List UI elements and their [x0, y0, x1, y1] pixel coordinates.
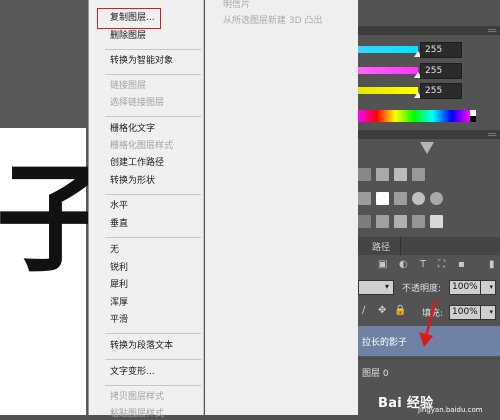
menu-item-aa-none[interactable]: 无	[110, 245, 119, 256]
menu-item-warp-text[interactable]: 文字变形...	[110, 367, 155, 378]
menu-item-convert-to-shape[interactable]: 转换为形状	[110, 176, 155, 187]
submenu-item-postcard: 明信片	[223, 0, 251, 10]
black-white-icon[interactable]	[394, 192, 407, 205]
menu-item-link-layers: 链接图层	[110, 81, 147, 91]
menu-item-aa-crisp[interactable]: 犀利	[110, 280, 128, 291]
brightness-icon[interactable]	[358, 168, 371, 181]
chevron-down-icon: ▾	[489, 283, 493, 291]
filter-shape-icon[interactable]: ⛶	[438, 258, 445, 272]
annotation-arrow-icon	[419, 299, 438, 347]
tab-paths[interactable]: 路径	[372, 240, 390, 253]
blend-mode-select[interactable]: ▾	[358, 280, 394, 295]
tab-divider	[400, 237, 401, 255]
menu-separator	[105, 359, 201, 360]
menu-item-convert-to-paragraph[interactable]: 转换为段落文本	[110, 341, 173, 352]
menu-separator	[105, 116, 201, 117]
menu-separator	[105, 237, 201, 238]
panel-header-adjustments[interactable]	[358, 130, 500, 139]
menu-item-aa-smooth[interactable]: 平滑	[110, 315, 128, 326]
black-white-swatch[interactable]	[470, 110, 476, 122]
menu-item-aa-sharp[interactable]: 锐利	[110, 263, 128, 274]
menu-item-rasterize-layer-style: 栅格化图层样式	[110, 141, 174, 151]
layer-name: 拉长的影子	[362, 338, 408, 348]
channel-mixer-icon[interactable]	[430, 192, 443, 205]
exposure-icon[interactable]	[412, 168, 425, 181]
panel-header-color[interactable]	[358, 26, 500, 35]
menu-item-aa-strong[interactable]: 浑厚	[110, 298, 128, 309]
menu-separator	[105, 194, 201, 195]
menu-item-vertical[interactable]: 垂直	[110, 219, 128, 230]
menu-separator	[105, 49, 201, 50]
menu-item-horizontal[interactable]: 水平	[110, 201, 128, 212]
fill-value: 100%	[452, 307, 478, 317]
menu-separator	[105, 385, 201, 386]
layer-filter-row: ▣ ◐ T ⛶ ▪ ▮	[358, 258, 500, 274]
opacity-value: 100%	[452, 282, 478, 292]
chevron-down-icon: ▾	[489, 308, 493, 316]
vibrance-icon[interactable]	[420, 142, 434, 154]
curves-icon[interactable]	[394, 168, 407, 181]
slider-track[interactable]	[358, 67, 418, 74]
gradient-map-icon[interactable]	[412, 215, 425, 228]
layers-panel-tabs: 路径	[358, 237, 500, 255]
layer-name: 图层 0	[362, 369, 389, 379]
hue-saturation-icon[interactable]	[358, 192, 371, 205]
invert-icon[interactable]	[358, 215, 371, 228]
color-spectrum-bar[interactable]	[358, 110, 470, 122]
filter-type-icon[interactable]: T	[420, 258, 426, 272]
slider-value-field[interactable]: 255	[420, 83, 462, 99]
filter-toggle-icon[interactable]: ▮	[489, 258, 495, 272]
color-slider-row[interactable]: 255	[358, 63, 500, 79]
slider-track[interactable]	[358, 87, 418, 94]
context-menu: 复制图层... 删除图层 转换为智能对象 链接图层 选择链接图层 栅格化文字 栅…	[88, 0, 204, 419]
submenu-item-new-3d-extrusion: 从所选图层新建 3D 凸出	[223, 16, 323, 26]
opacity-label: 不透明度:	[402, 284, 442, 294]
posterize-icon[interactable]	[376, 215, 389, 228]
filter-smart-object-icon[interactable]: ▪	[458, 258, 465, 272]
blend-opacity-row: ▾ 不透明度: 100% ▾	[358, 278, 500, 296]
lock-all-icon[interactable]: 🔒	[394, 305, 406, 316]
watermark-url: jingyan.baidu.com	[418, 406, 483, 414]
filter-adjustment-icon[interactable]: ◐	[399, 258, 408, 272]
lock-pixels-icon[interactable]: ∕	[362, 305, 365, 316]
menu-item-select-linked-layers: 选择链接图层	[110, 98, 165, 108]
menu-item-create-work-path[interactable]: 创建工作路径	[110, 158, 164, 169]
color-slider-row[interactable]: 255	[358, 42, 500, 58]
photo-filter-icon[interactable]	[412, 192, 425, 205]
watermark: Bai 经验 jingyan.baidu.com	[378, 392, 500, 415]
threshold-icon[interactable]	[394, 215, 407, 228]
slider-track[interactable]	[358, 46, 418, 53]
color-balance-icon[interactable]	[376, 192, 389, 205]
chevron-down-icon: ▾	[384, 282, 389, 291]
layer-row[interactable]: 图层 0	[358, 358, 500, 388]
panel-grip-icon	[488, 133, 496, 136]
panel-grip-icon	[488, 29, 496, 32]
filter-pixel-icon[interactable]: ▣	[378, 258, 387, 272]
opacity-dropdown[interactable]: ▾	[480, 280, 496, 295]
menu-item-copy-layer-style: 拷贝图层样式	[110, 392, 165, 402]
lock-position-icon[interactable]: ✥	[378, 305, 386, 316]
menu-separator	[105, 333, 201, 334]
right-panels: 255 255 255 路径 ▣ ◐ T ⛶ ▪ ▮ ▾ 不透明度: 100% …	[358, 0, 500, 415]
levels-icon[interactable]	[376, 168, 389, 181]
fill-dropdown[interactable]: ▾	[480, 305, 496, 320]
highlight-annotation-box	[97, 8, 161, 29]
menu-item-delete-layer[interactable]: 删除图层	[110, 31, 146, 42]
selective-color-icon[interactable]	[430, 215, 443, 228]
menu-item-rasterize-type[interactable]: 栅格化文字	[110, 124, 155, 135]
slider-value-field[interactable]: 255	[420, 42, 462, 58]
slider-value-field[interactable]: 255	[420, 63, 462, 79]
menu-separator	[105, 74, 201, 75]
color-slider-row[interactable]: 255	[358, 83, 500, 99]
menu-item-convert-smart-object[interactable]: 转换为智能对象	[110, 56, 173, 67]
context-submenu: 明信片 从所选图层新建 3D 凸出	[205, 0, 358, 415]
canvas-area[interactable]: 子	[0, 0, 114, 415]
